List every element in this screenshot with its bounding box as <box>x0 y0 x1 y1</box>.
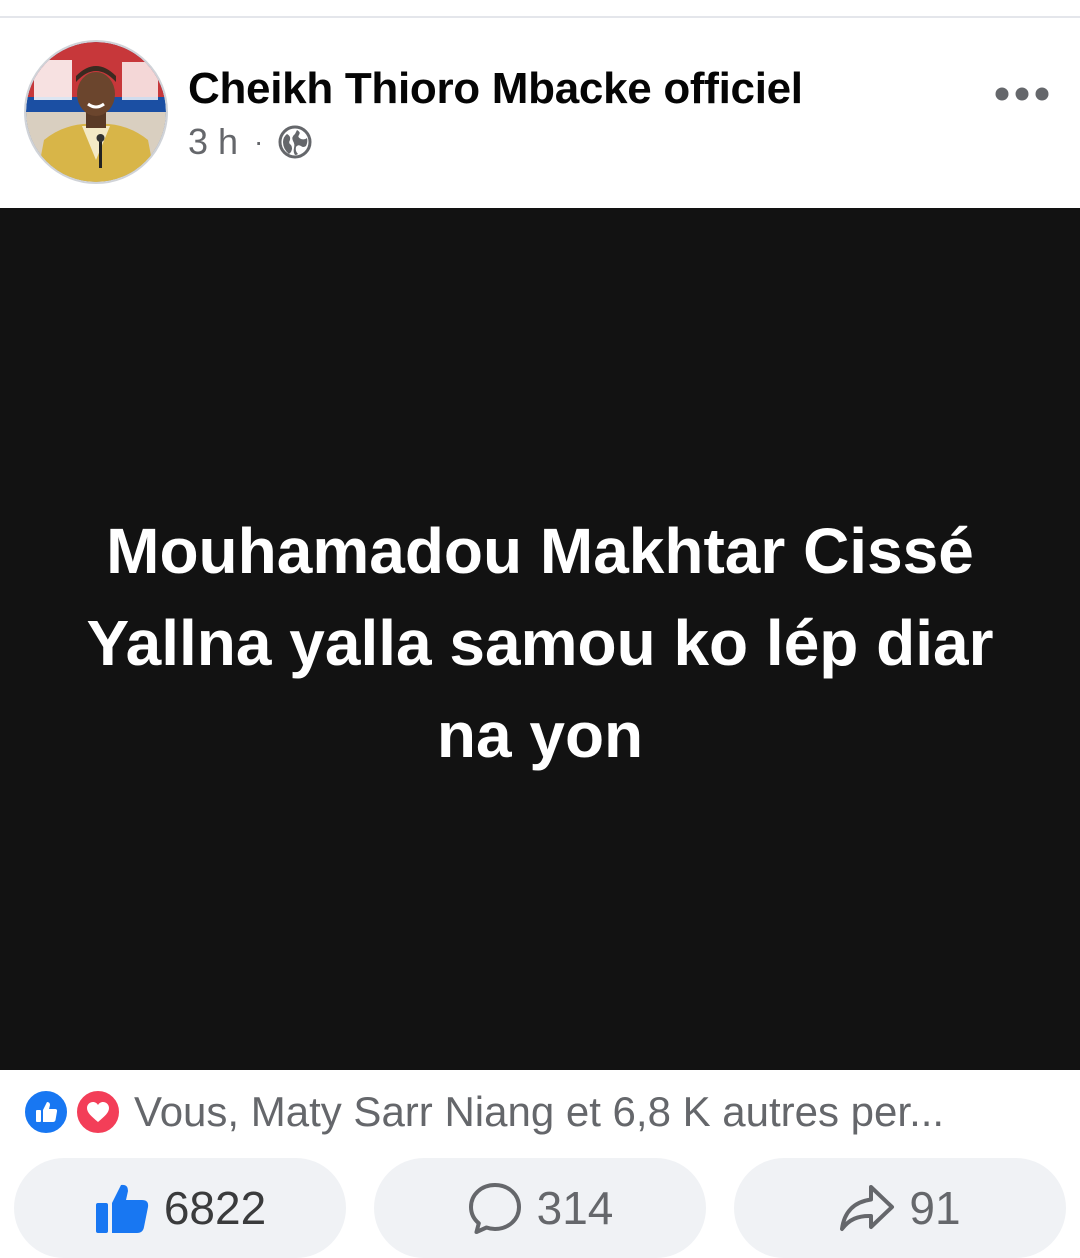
post-actions: 6822 314 91 <box>0 1158 1080 1258</box>
post-text: Mouhamadou Makhtar Cissé Yallna yalla sa… <box>30 505 1050 781</box>
post-header: Cheikh Thioro Mbacke officiel 3 h · <box>0 18 1080 208</box>
meta-separator: · <box>254 126 264 157</box>
reaction-icons <box>22 1086 128 1138</box>
more-options-icon <box>995 87 1049 101</box>
like-reaction-icon <box>22 1088 70 1136</box>
share-count: 91 <box>909 1182 961 1234</box>
post-meta: 3 h · <box>188 120 313 164</box>
avatar-image <box>26 42 166 182</box>
like-button[interactable]: 6822 <box>14 1158 346 1258</box>
post-text-line: Mouhamadou Makhtar Cissé <box>106 515 974 587</box>
thumbs-up-icon <box>95 1184 148 1233</box>
comment-count: 314 <box>536 1182 614 1234</box>
comment-icon <box>468 1183 521 1234</box>
author-name[interactable]: Cheikh Thioro Mbacke officiel <box>188 64 803 114</box>
comment-button[interactable]: 314 <box>374 1158 706 1258</box>
post-text-line: na yon <box>436 699 644 771</box>
post-text-background[interactable]: Mouhamadou Makhtar Cissé Yallna yalla sa… <box>0 208 1080 1070</box>
more-options-button[interactable] <box>988 72 1056 116</box>
share-icon <box>840 1185 895 1231</box>
post-timestamp[interactable]: 3 h <box>188 121 238 163</box>
like-count: 6822 <box>163 1182 267 1234</box>
reactions-summary-row[interactable]: Vous, Maty Sarr Niang et 6,8 K autres pe… <box>22 1086 1062 1138</box>
post-text-line: Yallna yalla samou ko lép diar <box>86 607 994 679</box>
reactions-summary-text[interactable]: Vous, Maty Sarr Niang et 6,8 K autres pe… <box>134 1088 944 1136</box>
share-button[interactable]: 91 <box>734 1158 1066 1258</box>
author-avatar[interactable] <box>24 40 168 184</box>
love-reaction-icon <box>74 1088 122 1136</box>
globe-icon[interactable] <box>277 124 313 160</box>
